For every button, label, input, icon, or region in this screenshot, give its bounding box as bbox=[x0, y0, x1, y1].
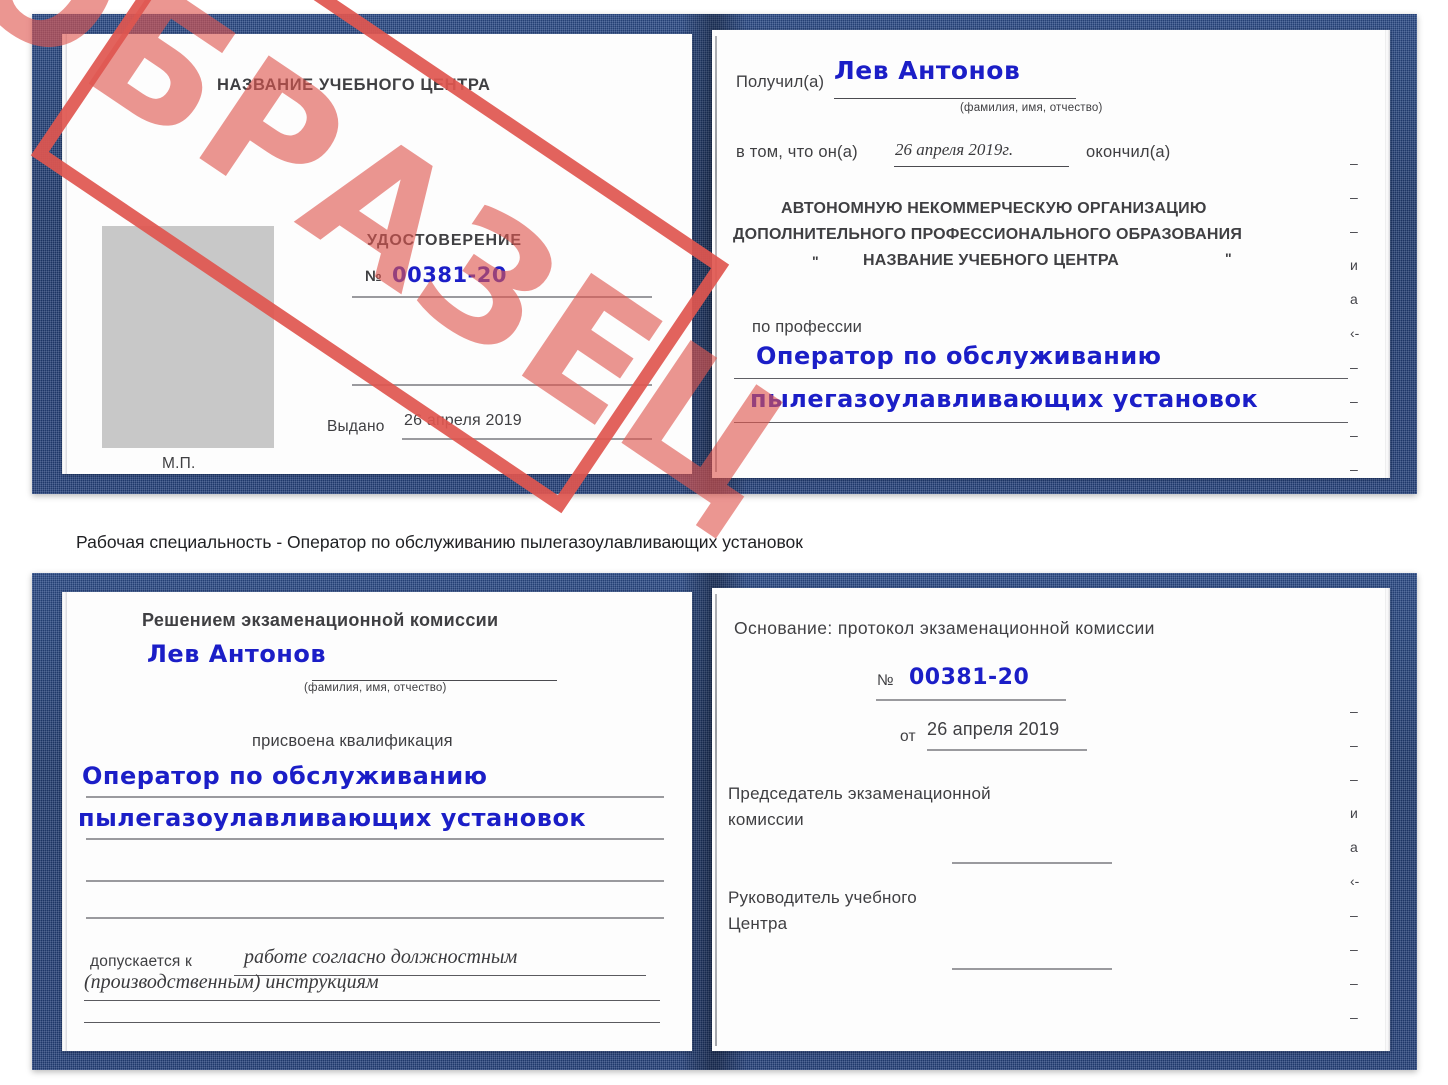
fio-hint-back: (фамилия, имя, отчество) bbox=[304, 682, 447, 694]
margin-glyph: а bbox=[1350, 839, 1358, 855]
margin-glyph: – bbox=[1350, 223, 1358, 239]
director-line-1: Руководитель учебного bbox=[728, 888, 917, 907]
margin-glyph: – bbox=[1350, 907, 1358, 923]
number-sign-label: № bbox=[365, 268, 382, 285]
blank-rule-1 bbox=[352, 384, 652, 386]
margin-glyph: и bbox=[1350, 257, 1358, 273]
protocol-number-label: № bbox=[877, 672, 894, 689]
director-line-2: Центра bbox=[728, 914, 788, 933]
protocol-number-rule bbox=[876, 699, 1066, 701]
binding-seam-bottom bbox=[715, 594, 717, 1046]
protocol-date-value: 26 апреля 2019 bbox=[927, 719, 1060, 739]
recipient-name-value: Лев Антонов bbox=[834, 56, 1021, 85]
admitted-label: допускается к bbox=[90, 953, 192, 970]
certificate-back-left-page: Решением экзаменационной комиссии Лев Ан… bbox=[62, 592, 692, 1051]
training-center-title: НАЗВАНИЕ УЧЕБНОГО ЦЕНТРА bbox=[217, 76, 491, 94]
back-margin-glyphs: – – – и а ‹- – – – – bbox=[1350, 694, 1359, 1034]
profession-line-1: Оператор по обслуживанию bbox=[756, 342, 1162, 370]
front-margin-glyphs: – – – и а ‹- – – – – bbox=[1350, 146, 1359, 486]
margin-glyph: ‹- bbox=[1350, 873, 1360, 889]
certificate-front-right-page: Получил(а) Лев Антонов (фамилия, имя, от… bbox=[712, 30, 1390, 478]
profession-rule-1 bbox=[734, 378, 1348, 379]
organization-line-2: ДОПОЛНИТЕЛЬНОГО ПРОФЕССИОНАЛЬНОГО ОБРАЗО… bbox=[733, 226, 1243, 243]
qual-rule-3 bbox=[86, 880, 664, 882]
page-caption: Рабочая специальность - Оператор по обсл… bbox=[76, 532, 803, 552]
document-type-label: УДОСТОВЕРЕНИЕ bbox=[367, 232, 522, 249]
margin-glyph: – bbox=[1350, 703, 1358, 719]
chairman-line-1: Председатель экзаменационной bbox=[728, 784, 991, 803]
admitted-rule-2 bbox=[84, 1000, 660, 1001]
issued-rule bbox=[402, 438, 652, 440]
margin-glyph: – bbox=[1350, 975, 1358, 991]
page-edge-stack-right bbox=[1385, 30, 1390, 478]
back-name-value: Лев Антонов bbox=[147, 640, 327, 668]
page-edge-stack-br bbox=[1385, 588, 1390, 1051]
recipient-rule bbox=[834, 98, 1076, 99]
admitted-value-line-1: работе согласно должностным bbox=[244, 946, 518, 968]
protocol-date-rule bbox=[927, 749, 1087, 751]
certificate-number-value: 00381-20 bbox=[392, 263, 507, 287]
director-signature-rule bbox=[952, 968, 1112, 970]
completion-date-value: 26 апреля 2019г. bbox=[895, 140, 1014, 159]
back-name-rule bbox=[312, 680, 557, 681]
protocol-date-label: от bbox=[900, 728, 916, 745]
page-edge-stack bbox=[62, 34, 67, 474]
margin-glyph: – bbox=[1350, 359, 1358, 375]
margin-glyph: – bbox=[1350, 737, 1358, 753]
qualification-line-1: Оператор по обслуживанию bbox=[82, 762, 488, 790]
qual-rule-4 bbox=[86, 917, 664, 919]
admitted-rule-3 bbox=[84, 1022, 660, 1023]
chairman-line-2: комиссии bbox=[728, 810, 804, 829]
organization-name: НАЗВАНИЕ УЧЕБНОГО ЦЕНТРА bbox=[863, 252, 1120, 269]
margin-glyph: – bbox=[1350, 941, 1358, 957]
in-that-label: в том, что он(а) bbox=[736, 143, 858, 161]
fio-hint: (фамилия, имя, отчество) bbox=[960, 102, 1103, 114]
binding-seam bbox=[715, 36, 717, 472]
margin-glyph: – bbox=[1350, 155, 1358, 171]
profession-label: по профессии bbox=[752, 318, 863, 336]
quote-open: " bbox=[812, 253, 819, 269]
organization-line-1: АВТОНОМНУЮ НЕКОММЕРЧЕСКУЮ ОРГАНИЗАЦИЮ bbox=[781, 200, 1207, 217]
margin-glyph: – bbox=[1350, 1009, 1358, 1025]
margin-glyph: – bbox=[1350, 393, 1358, 409]
margin-glyph: а bbox=[1350, 291, 1358, 307]
completion-date-rule bbox=[894, 166, 1069, 167]
qual-rule-1 bbox=[86, 796, 664, 798]
profession-rule-2 bbox=[734, 422, 1348, 423]
issued-label: Выдано bbox=[327, 418, 385, 435]
margin-glyph: и bbox=[1350, 805, 1358, 821]
margin-glyph: – bbox=[1350, 771, 1358, 787]
quote-close: " bbox=[1225, 250, 1232, 266]
admitted-value-line-2: (производственным) инструкциям bbox=[84, 971, 379, 993]
profession-line-2: пылегазоулавливающих установок bbox=[750, 385, 1259, 413]
qualification-line-2: пылегазоулавливающих установок bbox=[78, 804, 587, 832]
number-rule bbox=[352, 296, 652, 298]
received-label: Получил(а) bbox=[736, 73, 825, 91]
margin-glyph: ‹- bbox=[1350, 325, 1360, 341]
margin-glyph: – bbox=[1350, 189, 1358, 205]
photo-placeholder bbox=[102, 226, 274, 448]
page-edge-stack-bl bbox=[62, 592, 67, 1051]
finished-label: окончил(а) bbox=[1086, 143, 1171, 161]
protocol-number-value: 00381-20 bbox=[909, 665, 1030, 690]
margin-glyph: – bbox=[1350, 461, 1358, 477]
margin-glyph: – bbox=[1350, 427, 1358, 443]
issued-date-value: 26 апреля 2019 bbox=[404, 412, 522, 429]
certificate-back-right-page: Основание: протокол экзаменационной коми… bbox=[712, 588, 1390, 1051]
chairman-signature-rule bbox=[952, 862, 1112, 864]
basis-label: Основание: протокол экзаменационной коми… bbox=[734, 618, 1155, 638]
qualification-label: присвоена квалификация bbox=[252, 732, 453, 750]
decision-title: Решением экзаменационной комиссии bbox=[142, 610, 499, 630]
seal-label: М.П. bbox=[162, 455, 196, 472]
certificate-front-left-page: НАЗВАНИЕ УЧЕБНОГО ЦЕНТРА УДОСТОВЕРЕНИЕ №… bbox=[62, 34, 692, 474]
qual-rule-2 bbox=[86, 838, 664, 840]
